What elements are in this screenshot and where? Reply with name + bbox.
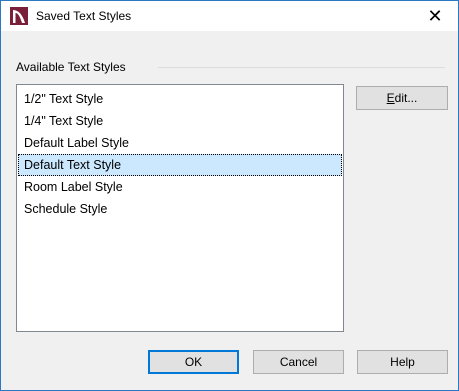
cancel-button[interactable]: Cancel [253,350,344,374]
help-label: Help [390,355,415,369]
list-item-selected[interactable]: Default Text Style [18,154,342,176]
edit-mnemonic: E [386,91,395,105]
dialog-window: Saved Text Styles ✕ Available Text Style… [0,0,459,391]
ok-button[interactable]: OK [148,350,239,374]
window-title: Saved Text Styles [36,9,132,23]
app-logo-icon [10,7,28,25]
help-button[interactable]: Help [357,350,448,374]
list-item[interactable]: Schedule Style [18,198,342,220]
close-icon: ✕ [427,5,443,26]
group-divider [158,67,445,68]
list-item[interactable]: 1/4" Text Style [18,110,342,132]
edit-button[interactable]: Edit... [356,86,448,110]
list-item[interactable]: Default Label Style [18,132,342,154]
close-button[interactable]: ✕ [412,1,458,31]
list-item[interactable]: Room Label Style [18,176,342,198]
ok-label: OK [184,355,203,369]
cancel-label: Cancel [279,355,318,369]
edit-label: dit... [394,91,418,105]
group-label: Available Text Styles [16,60,126,74]
list-item[interactable]: 1/2" Text Style [18,88,342,110]
title-bar[interactable]: Saved Text Styles ✕ [1,1,458,31]
text-styles-list[interactable]: 1/2" Text Style 1/4" Text Style Default … [16,84,344,332]
